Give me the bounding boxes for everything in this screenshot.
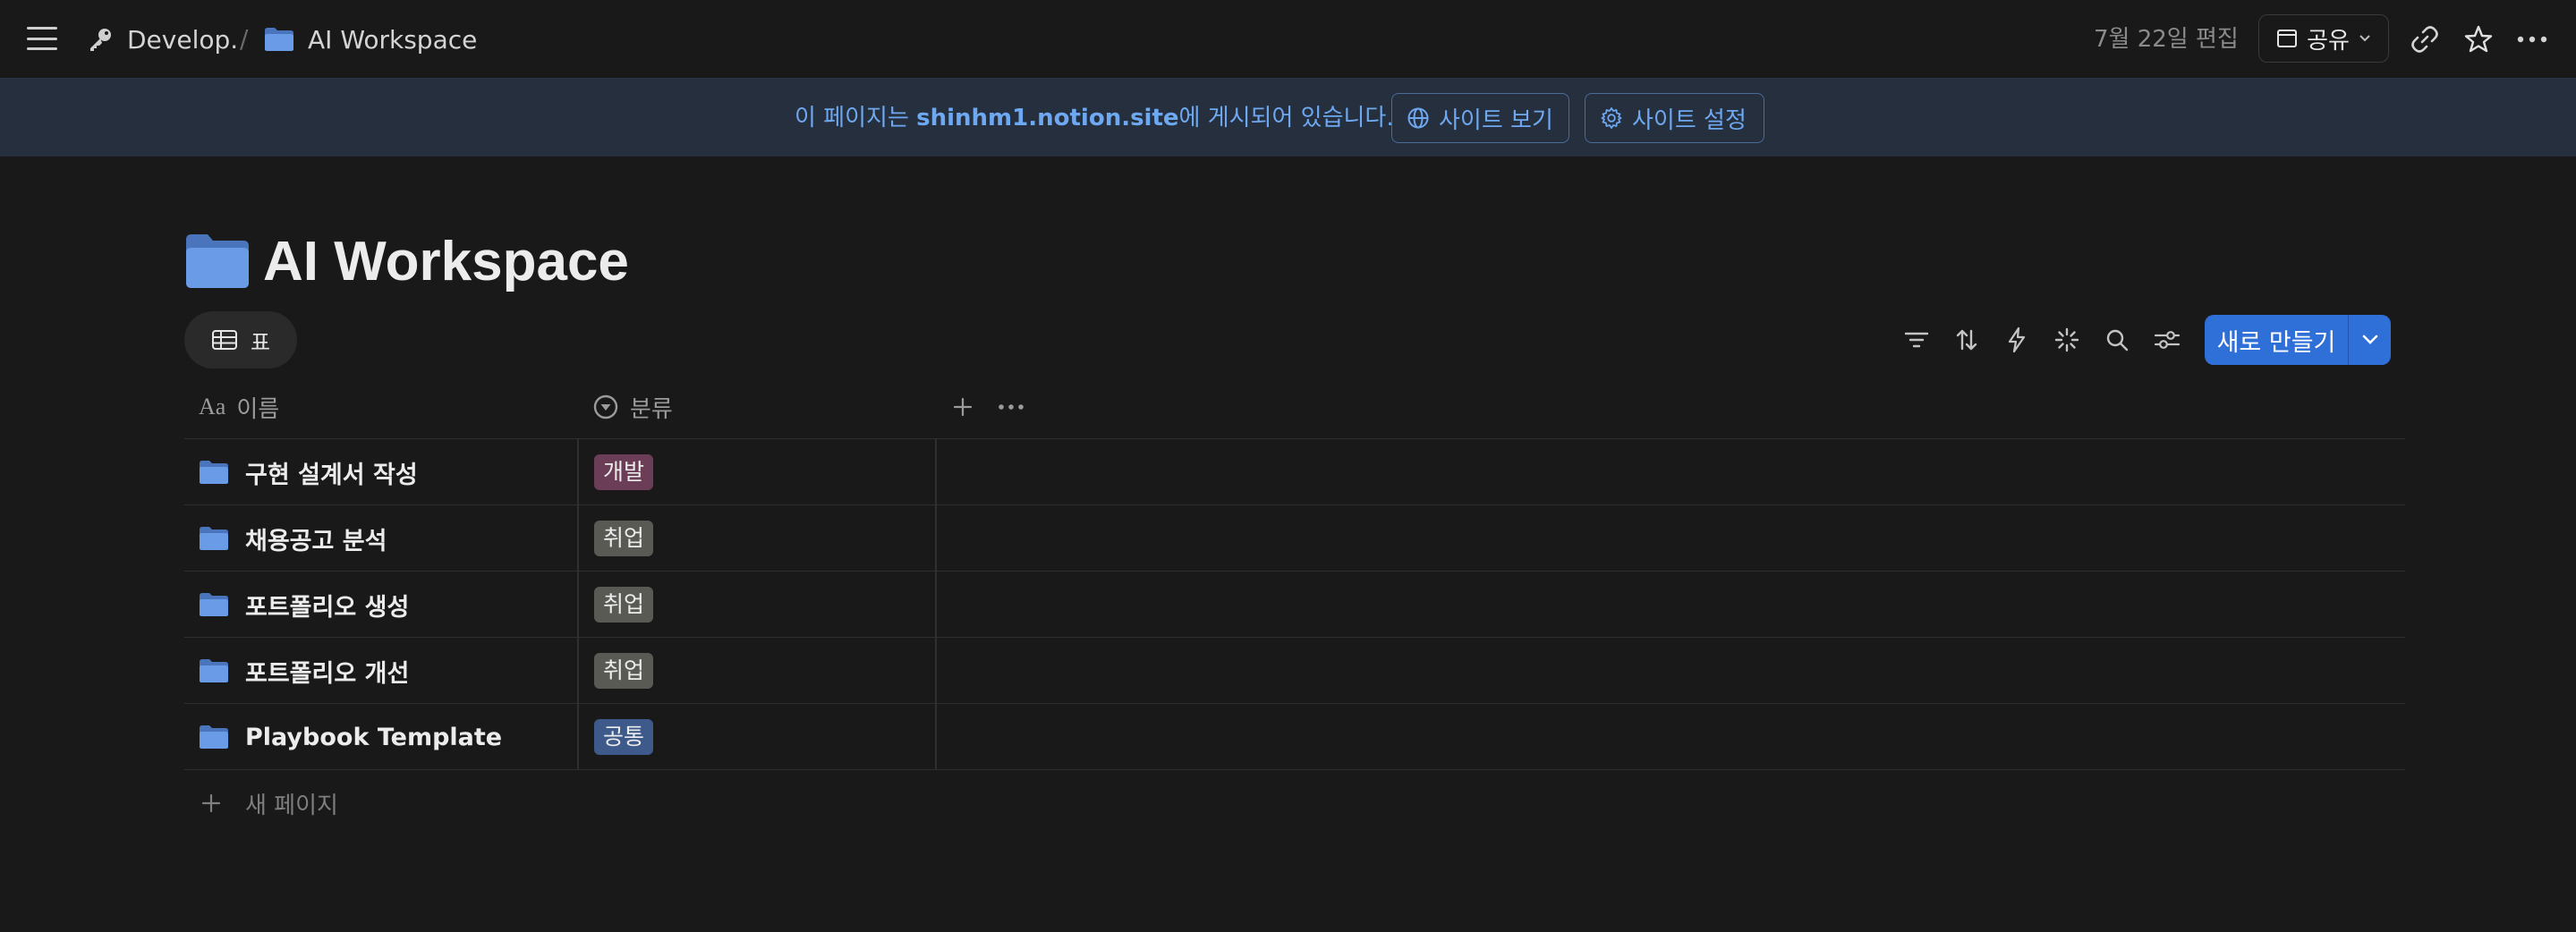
filter-icon[interactable] — [1899, 322, 1934, 358]
new-button-group: 새로 만들기 — [2205, 315, 2391, 365]
table-icon — [211, 329, 238, 351]
category-tag: 취업 — [594, 587, 654, 623]
banner-text-prefix: 이 페이지는 — [795, 105, 917, 131]
key-icon — [86, 25, 115, 54]
last-edited-text: 7월 22일 편집 — [2094, 26, 2239, 53]
new-page-button[interactable]: 새 페이지 — [184, 775, 338, 832]
row-category-cell[interactable]: 취업 — [594, 505, 654, 572]
text-property-icon: Aa — [199, 394, 226, 419]
view-site-button[interactable]: 사이트 보기 — [1391, 93, 1569, 143]
column-header-name[interactable]: Aa 이름 — [199, 375, 279, 439]
row-title-cell[interactable]: 구현 설계서 작성 — [199, 439, 418, 505]
chevron-down-icon — [2361, 334, 2379, 346]
folder-icon — [263, 26, 295, 53]
link-icon[interactable] — [2405, 20, 2444, 59]
plus-icon — [200, 792, 222, 814]
more-icon[interactable] — [2512, 20, 2552, 59]
page-header: AI Workspace — [184, 225, 629, 297]
folder-icon — [199, 658, 229, 683]
row-title-cell[interactable]: 포트폴리오 개선 — [199, 638, 409, 704]
breadcrumb-develop[interactable]: Develop. — [86, 20, 238, 59]
folder-icon — [199, 592, 229, 617]
globe-icon — [1407, 106, 1430, 130]
table-row[interactable]: 포트폴리오 개선 취업 — [184, 638, 2405, 704]
table-header: Aa 이름 분류 — [184, 375, 2405, 439]
folder-icon — [199, 724, 229, 750]
database-table: Aa 이름 분류 구현 설계서 작성 개발 채용공고 분석 취업 포트폴리오 생… — [184, 375, 2405, 770]
star-icon[interactable] — [2459, 20, 2498, 59]
published-banner: 이 페이지는 shinhm1.notion.site에 게시되어 있습니다. 사… — [0, 78, 2576, 157]
table-row[interactable]: 채용공고 분석 취업 — [184, 505, 2405, 572]
breadcrumb-separator: / — [240, 24, 249, 54]
row-title: 구현 설계서 작성 — [245, 461, 418, 489]
column-label: 이름 — [236, 395, 280, 423]
breadcrumb-ai-workspace[interactable]: AI Workspace — [263, 20, 477, 59]
share-button[interactable]: 공유 — [2258, 14, 2389, 63]
category-tag: 취업 — [594, 653, 654, 689]
published-message: 이 페이지는 shinhm1.notion.site에 게시되어 있습니다. — [795, 98, 1394, 138]
ai-sparkle-icon[interactable] — [2049, 322, 2085, 358]
breadcrumb-label: AI Workspace — [308, 24, 478, 55]
category-tag: 공통 — [594, 719, 654, 755]
share-label: 공유 — [2307, 27, 2350, 55]
new-button-dropdown[interactable] — [2348, 315, 2391, 365]
top-bar: Develop. / AI Workspace 7월 22일 편집 공유 — [0, 0, 2576, 78]
add-column-icon[interactable] — [945, 375, 981, 439]
column-label: 분류 — [630, 395, 673, 423]
row-category-cell[interactable]: 취업 — [594, 638, 654, 704]
folder-icon — [199, 460, 229, 485]
table-row[interactable]: 구현 설계서 작성 개발 — [184, 439, 2405, 505]
sort-icon[interactable] — [1949, 322, 1985, 358]
chevron-down-icon — [2359, 34, 2371, 43]
page-title[interactable]: AI Workspace — [263, 230, 629, 293]
window-icon — [2276, 29, 2298, 48]
automation-bolt-icon[interactable] — [1999, 322, 2035, 358]
banner-text-suffix: 에 게시되어 있습니다. — [1178, 105, 1394, 131]
row-category-cell[interactable]: 공통 — [594, 704, 654, 770]
row-title: 포트폴리오 개선 — [245, 659, 410, 688]
banner-site-url: shinhm1.notion.site — [916, 105, 1179, 131]
table-row[interactable]: 포트폴리오 생성 취업 — [184, 572, 2405, 638]
row-title-cell[interactable]: Playbook Template — [199, 704, 502, 770]
row-title: Playbook Template — [245, 723, 503, 751]
row-category-cell[interactable]: 취업 — [594, 572, 654, 638]
search-icon[interactable] — [2099, 322, 2135, 358]
table-row[interactable]: Playbook Template 공통 — [184, 704, 2405, 770]
select-icon — [592, 394, 619, 420]
row-title: 포트폴리오 생성 — [245, 593, 410, 622]
new-page-label: 새 페이지 — [245, 792, 338, 819]
column-header-category[interactable]: 분류 — [592, 375, 673, 439]
view-settings-icon[interactable] — [2149, 322, 2185, 358]
view-site-label: 사이트 보기 — [1439, 106, 1553, 134]
tab-label: 표 — [250, 329, 271, 355]
row-title-cell[interactable]: 포트폴리오 생성 — [199, 572, 409, 638]
sidebar-menu-icon[interactable] — [27, 23, 57, 54]
site-settings-button[interactable]: 사이트 설정 — [1585, 93, 1764, 143]
row-title-cell[interactable]: 채용공고 분석 — [199, 505, 387, 572]
category-tag: 개발 — [594, 454, 654, 490]
column-more-icon[interactable] — [993, 375, 1029, 439]
tab-table-view[interactable]: 표 — [184, 311, 297, 369]
row-title: 채용공고 분석 — [245, 527, 387, 555]
breadcrumb-label: Develop. — [127, 24, 239, 55]
new-button[interactable]: 새로 만들기 — [2205, 315, 2348, 365]
row-category-cell[interactable]: 개발 — [594, 439, 654, 505]
gear-icon — [1600, 106, 1623, 130]
folder-icon[interactable] — [184, 233, 251, 290]
category-tag: 취업 — [594, 521, 654, 556]
folder-icon — [199, 526, 229, 551]
site-settings-label: 사이트 설정 — [1632, 106, 1747, 134]
